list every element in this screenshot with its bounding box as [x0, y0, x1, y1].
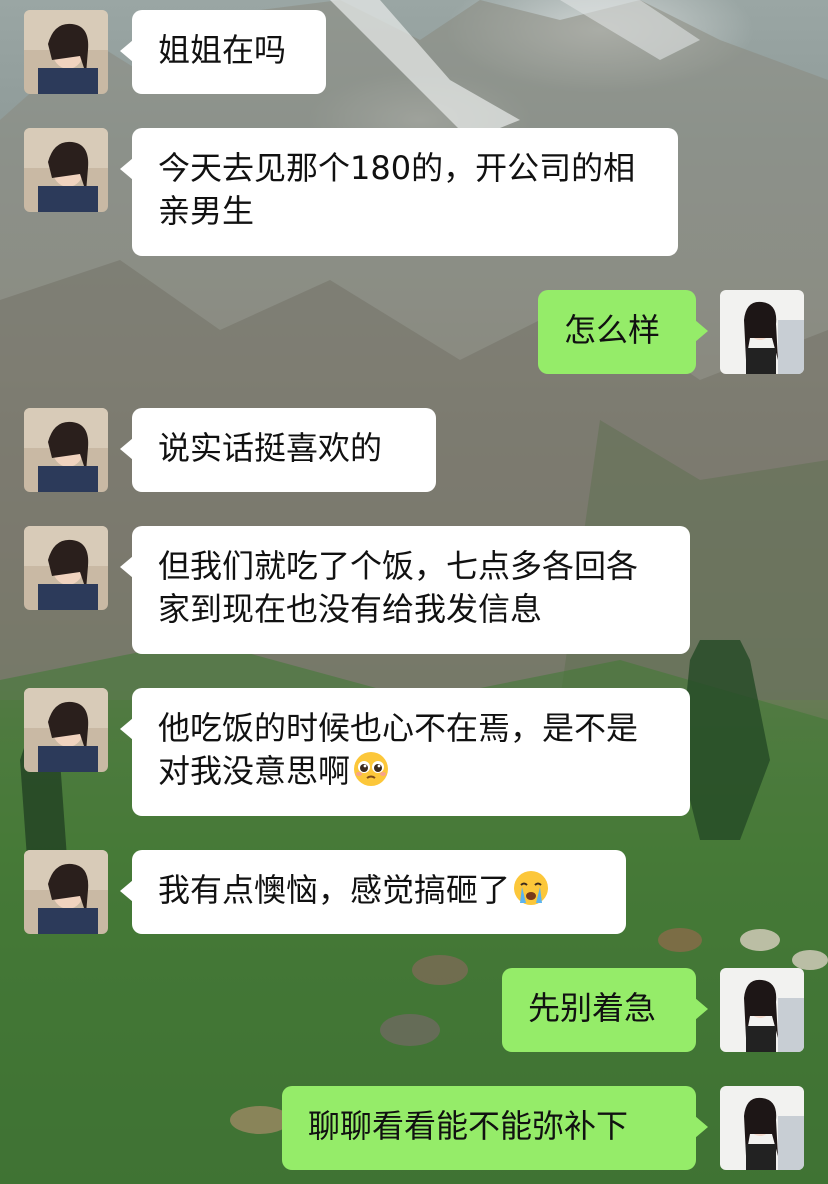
- crying-face-emoji-icon: [514, 871, 549, 905]
- message-bubble-incoming[interactable]: 但我们就吃了个饭，七点多各回各家到现在也没有给我发信息: [120, 526, 690, 654]
- message-text: 但我们就吃了个饭，七点多各回各家到现在也没有给我发信息: [158, 547, 639, 628]
- contact-avatar[interactable]: [24, 128, 108, 212]
- contact-avatar[interactable]: [24, 526, 108, 610]
- message-text: 怎么样: [564, 311, 661, 349]
- message-bubble-incoming[interactable]: 我有点懊恼，感觉搞砸了: [120, 850, 626, 934]
- self-avatar[interactable]: [720, 290, 804, 374]
- message-text: 他吃饭的时候也心不在焉，是不是对我没意思啊: [158, 709, 639, 790]
- self-avatar[interactable]: [720, 968, 804, 1052]
- message-bubble-incoming[interactable]: 说实话挺喜欢的: [120, 408, 436, 492]
- message-bubble-incoming[interactable]: 姐姐在吗: [120, 10, 326, 94]
- pleading-face-emoji-icon: [354, 752, 389, 786]
- contact-avatar[interactable]: [24, 688, 108, 772]
- message-text: 今天去见那个180的，开公司的相亲男生: [158, 149, 636, 230]
- message-text: 我有点懊恼，感觉搞砸了: [158, 871, 511, 909]
- message-bubble-outgoing[interactable]: 怎么样: [538, 290, 708, 374]
- message-bubble-incoming[interactable]: 他吃饭的时候也心不在焉，是不是对我没意思啊: [120, 688, 690, 816]
- contact-avatar[interactable]: [24, 408, 108, 492]
- self-avatar[interactable]: [720, 1086, 804, 1170]
- message-bubble-outgoing[interactable]: 聊聊看看能不能弥补下: [282, 1086, 708, 1170]
- message-text: 先别着急: [528, 989, 657, 1027]
- message-bubble-incoming[interactable]: 今天去见那个180的，开公司的相亲男生: [120, 128, 678, 256]
- message-text: 聊聊看看能不能弥补下: [308, 1107, 629, 1145]
- contact-avatar[interactable]: [24, 10, 108, 94]
- message-text: 姐姐在吗: [158, 31, 287, 69]
- message-text: 说实话挺喜欢的: [158, 429, 383, 467]
- message-bubble-outgoing[interactable]: 先别着急: [502, 968, 708, 1052]
- contact-avatar[interactable]: [24, 850, 108, 934]
